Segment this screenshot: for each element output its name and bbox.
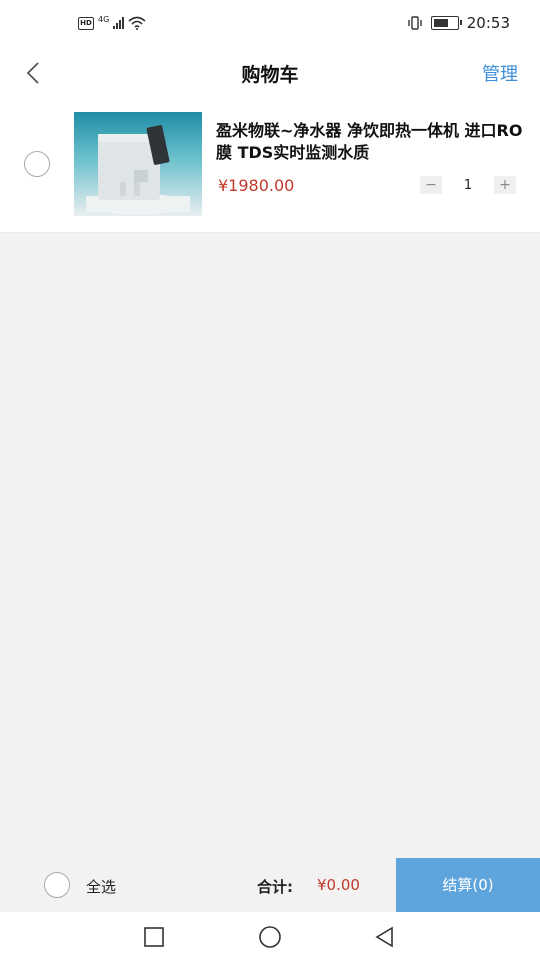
signal-icon bbox=[113, 17, 125, 29]
checkout-bar: 全选 合计: ¥0.00 结算(0) bbox=[0, 858, 540, 912]
battery-icon bbox=[430, 16, 462, 30]
status-bar: HD 4G 20:53 bbox=[0, 0, 540, 50]
vibrate-icon bbox=[408, 16, 422, 30]
product-price: ¥1980.00 bbox=[218, 176, 295, 195]
battery-level bbox=[433, 19, 448, 27]
status-left: HD 4G bbox=[78, 16, 146, 30]
back-nav-button[interactable] bbox=[372, 924, 398, 950]
quantity-value: 1 bbox=[463, 177, 473, 193]
item-select-radio[interactable] bbox=[24, 151, 50, 177]
manage-button[interactable]: 管理 bbox=[482, 60, 518, 86]
increase-quantity-button[interactable]: + bbox=[494, 176, 516, 194]
checkout-button[interactable]: 结算(0) bbox=[396, 858, 540, 912]
decrease-quantity-button[interactable]: − bbox=[420, 176, 442, 194]
product-image[interactable] bbox=[74, 112, 202, 216]
total-value: ¥0.00 bbox=[317, 876, 360, 894]
status-right: 20:53 bbox=[407, 14, 510, 32]
select-all-radio[interactable] bbox=[44, 872, 70, 898]
quantity-stepper: − 1 + bbox=[420, 176, 516, 194]
clock: 20:53 bbox=[466, 14, 510, 32]
recents-button[interactable] bbox=[141, 924, 167, 950]
nav-header: 购物车 管理 bbox=[0, 50, 540, 96]
cart-item[interactable]: 盈米物联~净水器 净饮即热一体机 进口RO膜 TDS实时监测水质 ¥1980.0… bbox=[0, 96, 540, 233]
select-all-label[interactable]: 全选 bbox=[86, 876, 116, 897]
page-title: 购物车 bbox=[241, 64, 299, 86]
network-type-label: 4G bbox=[98, 15, 110, 24]
hd-icon: HD bbox=[78, 16, 94, 30]
total-label: 合计: bbox=[257, 878, 293, 896]
product-title[interactable]: 盈米物联~净水器 净饮即热一体机 进口RO膜 TDS实时监测水质 bbox=[216, 120, 526, 164]
home-button[interactable] bbox=[257, 924, 283, 950]
water-purifier-image bbox=[86, 125, 190, 214]
wifi-icon bbox=[128, 16, 146, 30]
system-nav-bar bbox=[0, 912, 540, 960]
